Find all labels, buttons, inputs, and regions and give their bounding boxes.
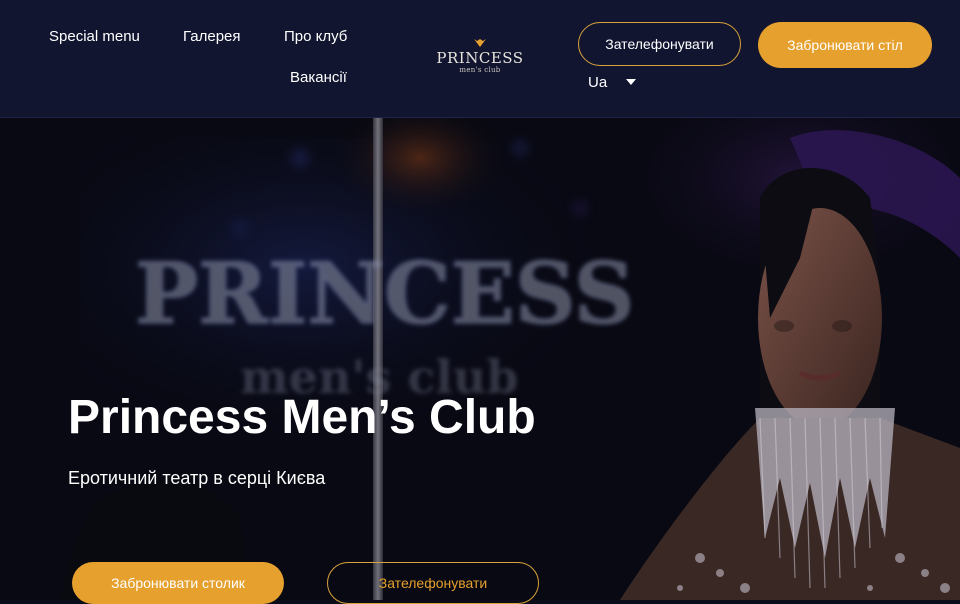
logo-subtitle: men's club <box>459 66 501 74</box>
call-button[interactable]: Зателефонувати <box>578 22 741 66</box>
nav-item-special-menu[interactable]: Special menu <box>49 28 140 45</box>
book-table-button[interactable]: Забронювати стіл <box>758 22 932 68</box>
nav-item-gallery[interactable]: Галерея <box>183 28 241 45</box>
hero-title: Princess Men’s Club <box>68 391 536 444</box>
language-label: Ua <box>588 73 608 91</box>
language-selector[interactable]: Ua <box>588 72 637 92</box>
hero-background-image: PRINCESS men's club <box>0 118 960 600</box>
hero-section: PRINCESS men's club <box>0 118 960 600</box>
hero-subtitle: Еротичний театр в серці Києва <box>68 468 326 488</box>
site-header: Special menu Галерея Про клуб Вакансії P… <box>0 0 960 118</box>
book-table-hero-button[interactable]: Забронювати столик <box>72 562 284 604</box>
call-hero-button[interactable]: Зателефонувати <box>327 562 539 604</box>
chevron-down-icon <box>626 79 637 85</box>
crown-icon <box>474 39 486 47</box>
logo-name: PRINCESS <box>436 49 524 67</box>
nav-item-vacancies[interactable]: Вакансії <box>290 69 347 86</box>
site-logo[interactable]: PRINCESS men's club <box>430 38 530 75</box>
nav-item-about[interactable]: Про клуб <box>284 28 347 45</box>
